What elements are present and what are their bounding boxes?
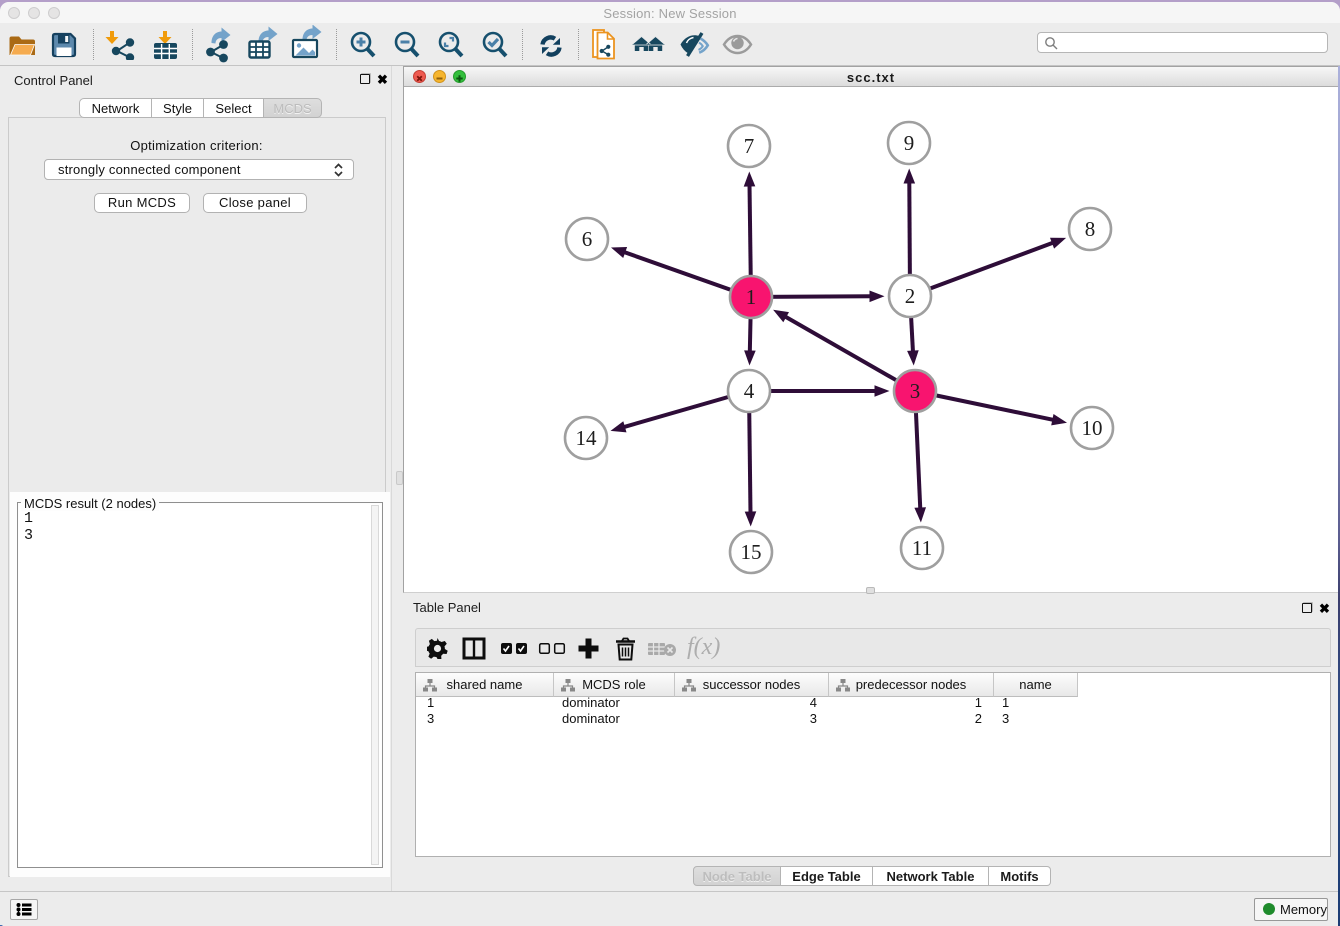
svg-text:4: 4 bbox=[744, 379, 755, 403]
svg-text:7: 7 bbox=[744, 134, 755, 158]
svg-text:6: 6 bbox=[582, 227, 593, 251]
svg-text:10: 10 bbox=[1082, 416, 1103, 440]
svg-text:1: 1 bbox=[746, 285, 757, 309]
svg-text:3: 3 bbox=[910, 379, 921, 403]
svg-text:14: 14 bbox=[576, 426, 598, 450]
svg-text:8: 8 bbox=[1085, 217, 1096, 241]
svg-text:2: 2 bbox=[905, 284, 916, 308]
svg-text:11: 11 bbox=[912, 536, 932, 560]
svg-text:15: 15 bbox=[741, 540, 762, 564]
svg-text:9: 9 bbox=[904, 131, 915, 155]
